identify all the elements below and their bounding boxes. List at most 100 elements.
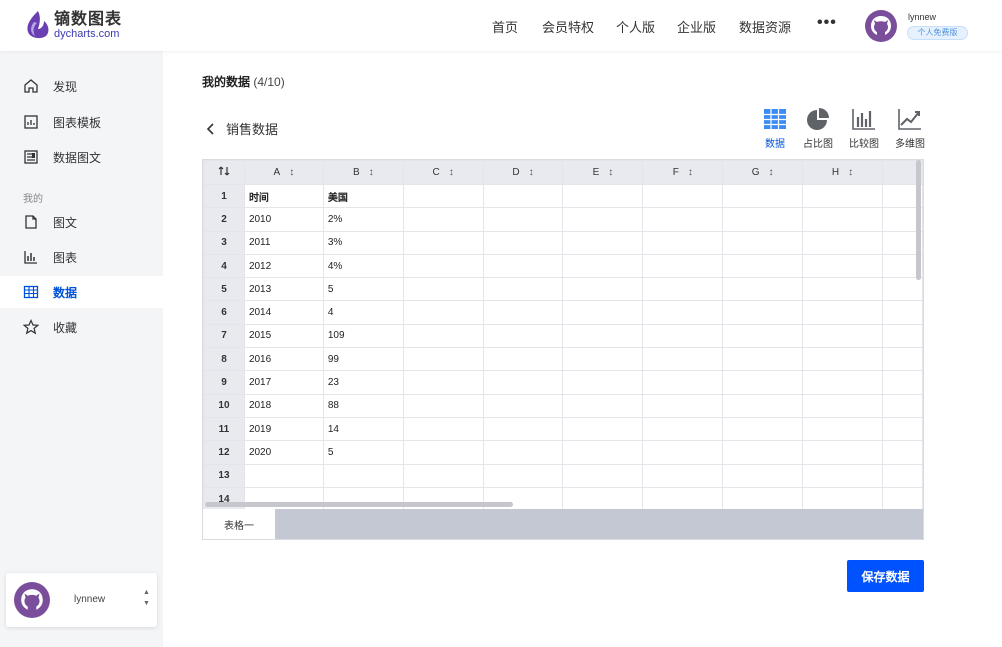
table-cell[interactable] (562, 207, 644, 232)
table-cell[interactable]: 3% (322, 230, 404, 255)
table-cell[interactable] (482, 393, 564, 418)
column-header-f[interactable]: F ↕ (642, 160, 724, 185)
table-cell[interactable]: 5 (322, 277, 404, 302)
table-cell[interactable] (881, 416, 923, 442)
table-cell[interactable] (802, 183, 883, 209)
table-cell[interactable] (722, 463, 804, 488)
table-cell[interactable] (562, 253, 644, 279)
table-cell[interactable]: 2020 (243, 440, 324, 465)
table-cell[interactable] (642, 230, 724, 255)
table-cell[interactable] (482, 253, 564, 279)
table-cell[interactable]: 99 (322, 347, 404, 372)
tool-comparison-chart[interactable]: 比较图 (844, 107, 884, 151)
sort-arrows-icon[interactable]: ↕ (369, 167, 374, 178)
table-cell[interactable]: 2013 (243, 277, 324, 302)
table-cell[interactable] (562, 370, 644, 395)
table-cell[interactable] (562, 183, 644, 209)
vertical-scrollbar[interactable] (916, 160, 921, 280)
tool-multidimensional-chart[interactable]: 多维图 (890, 107, 930, 151)
table-cell[interactable] (722, 230, 804, 255)
table-cell[interactable] (642, 323, 724, 349)
table-cell[interactable]: 14 (322, 416, 404, 442)
table-cell[interactable] (802, 207, 883, 232)
more-menu-icon[interactable]: ••• (817, 14, 837, 32)
table-cell[interactable] (402, 323, 484, 349)
table-cell[interactable] (562, 463, 644, 488)
tool-proportion-chart[interactable]: 占比图 (798, 107, 838, 151)
table-cell[interactable] (402, 230, 484, 255)
table-cell[interactable]: 2017 (243, 370, 324, 395)
table-cell[interactable] (482, 230, 564, 255)
table-cell[interactable]: 2018 (243, 393, 324, 418)
sort-arrows-icon[interactable]: ↕ (688, 167, 693, 178)
column-header-b[interactable]: B ↕ (322, 160, 404, 185)
sheet-tab[interactable]: 表格一 (203, 509, 275, 539)
table-cell[interactable]: 2011 (243, 230, 324, 255)
sidebar-item-data[interactable]: 数据 (0, 276, 163, 308)
nav-item-home[interactable]: 首页 (492, 17, 518, 36)
table-cell[interactable] (402, 253, 484, 279)
sort-arrows-icon[interactable]: ↕ (848, 167, 853, 178)
table-cell[interactable] (802, 253, 883, 279)
table-cell[interactable]: 5 (322, 440, 404, 465)
table-cell[interactable] (722, 323, 804, 349)
table-cell[interactable] (642, 393, 724, 418)
table-cell[interactable] (402, 347, 484, 372)
table-cell[interactable] (802, 347, 883, 372)
table-cell[interactable] (402, 463, 484, 488)
row-number[interactable]: 6 (203, 300, 245, 325)
table-cell[interactable] (642, 440, 724, 465)
row-number[interactable]: 8 (203, 347, 245, 372)
table-cell[interactable] (562, 230, 644, 255)
table-cell[interactable] (881, 323, 923, 349)
nav-item-enterprise[interactable]: 企业版 (677, 17, 716, 36)
table-cell[interactable] (881, 463, 923, 488)
tool-data[interactable]: 数据 (755, 107, 795, 151)
back-button[interactable]: 销售数据 (205, 119, 278, 138)
table-cell[interactable] (802, 370, 883, 395)
sidebar-item-favorites[interactable]: 收藏 (0, 311, 163, 343)
table-cell[interactable] (642, 486, 724, 512)
sort-arrows-icon[interactable]: ↕ (769, 167, 774, 178)
table-cell[interactable] (802, 230, 883, 255)
row-number[interactable]: 5 (203, 277, 245, 302)
column-header-h[interactable]: H ↕ (802, 160, 883, 185)
sidebar-item-data-articles[interactable]: 数据图文 (0, 141, 163, 173)
row-number[interactable]: 4 (203, 253, 245, 279)
table-cell[interactable] (562, 393, 644, 418)
table-cell[interactable] (482, 370, 564, 395)
table-cell[interactable]: 2012 (243, 253, 324, 279)
table-cell[interactable] (722, 183, 804, 209)
table-cell[interactable] (402, 393, 484, 418)
table-cell[interactable] (402, 277, 484, 302)
table-cell[interactable] (482, 207, 564, 232)
transpose-corner-icon[interactable] (203, 160, 245, 185)
sidebar-item-discover[interactable]: 发现 (0, 70, 163, 102)
user-avatar[interactable] (865, 10, 897, 42)
table-cell[interactable] (881, 347, 923, 372)
table-cell[interactable] (802, 463, 883, 488)
table-cell[interactable] (642, 183, 724, 209)
row-number[interactable]: 9 (203, 370, 245, 395)
table-cell[interactable] (322, 486, 404, 512)
table-cell[interactable]: 美国 (322, 183, 404, 209)
table-cell[interactable]: 2015 (243, 323, 324, 349)
table-cell[interactable] (482, 347, 564, 372)
table-cell[interactable] (402, 370, 484, 395)
table-cell[interactable] (482, 486, 564, 512)
table-cell[interactable] (802, 440, 883, 465)
table-cell[interactable] (243, 463, 324, 488)
table-cell[interactable] (722, 300, 804, 325)
table-cell[interactable] (642, 347, 724, 372)
column-header-e[interactable]: E ↕ (562, 160, 644, 185)
table-cell[interactable] (322, 463, 404, 488)
horizontal-scrollbar[interactable] (205, 502, 513, 507)
nav-item-membership[interactable]: 会员特权 (542, 17, 594, 36)
table-cell[interactable] (642, 253, 724, 279)
table-cell[interactable] (402, 486, 484, 512)
table-cell[interactable] (881, 393, 923, 418)
user-switcher-card[interactable]: lynnew ▲ ▼ (6, 573, 157, 627)
table-cell[interactable] (402, 300, 484, 325)
table-cell[interactable]: 2% (322, 207, 404, 232)
sidebar-item-charts[interactable]: 图表 (0, 241, 163, 273)
